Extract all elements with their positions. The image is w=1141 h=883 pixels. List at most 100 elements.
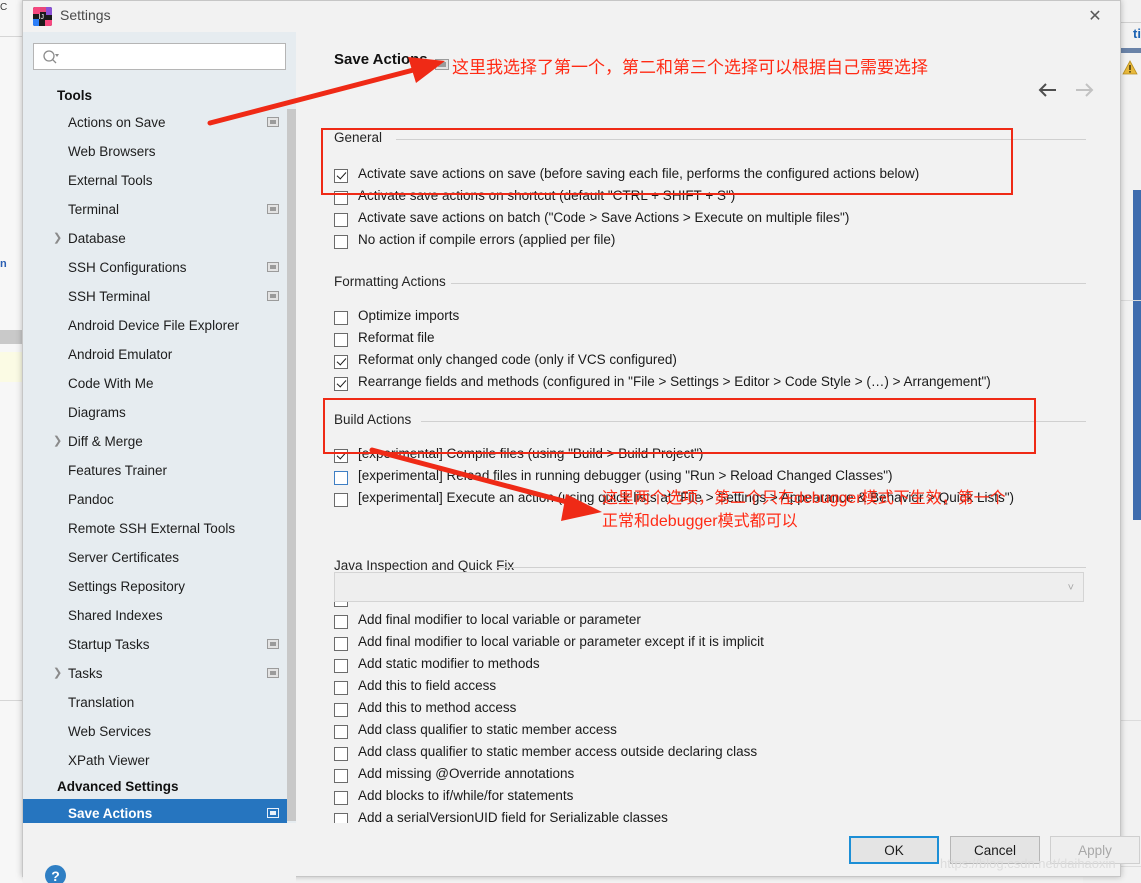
close-button[interactable]: ✕: [1074, 1, 1116, 31]
search-input[interactable]: [33, 43, 286, 70]
checkbox-unchecked-icon[interactable]: [334, 791, 348, 805]
sidebar-item-diagrams[interactable]: Diagrams: [23, 398, 296, 427]
sidebar-item-ssh-terminal[interactable]: SSH Terminal: [23, 282, 296, 311]
checkbox-label: Reformat only changed code (only if VCS …: [358, 352, 677, 367]
sidebar-item-save-actions[interactable]: Save Actions: [23, 799, 296, 823]
sidebar-item-settings-repository[interactable]: Settings Repository: [23, 572, 296, 601]
sidebar-item-terminal[interactable]: Terminal: [23, 195, 296, 224]
dialog-titlebar: IJ Settings ✕: [23, 1, 1120, 33]
module-badge-icon: [267, 639, 279, 649]
sidebar-item-pandoc[interactable]: Pandoc: [23, 485, 296, 514]
sidebar-item-label: Settings Repository: [68, 579, 186, 594]
sidebar-item-code-with-me[interactable]: Code With Me: [23, 369, 296, 398]
sidebar-item-label: Pandoc: [68, 492, 114, 507]
checkbox-unchecked-icon[interactable]: [334, 493, 348, 507]
checkbox-label: [experimental] Reload files in running d…: [358, 468, 893, 483]
content-scrollbar[interactable]: [1110, 100, 1120, 823]
sidebar-item-shared-indexes[interactable]: Shared Indexes: [23, 601, 296, 630]
sidebar-item-remote-ssh-external-tools[interactable]: Remote SSH External Tools: [23, 514, 296, 543]
checkbox-checked-icon[interactable]: [334, 355, 348, 369]
sidebar-footer: ?: [23, 854, 296, 883]
page-title-badge-icon: [435, 59, 449, 70]
sidebar-item-actions-on-save[interactable]: Actions on Save: [23, 108, 296, 137]
sidebar-item-label: Database: [68, 231, 126, 246]
section-header-java-inspection: Java Inspection and Quick Fix: [334, 558, 522, 573]
checkbox-unchecked-icon[interactable]: [334, 813, 348, 823]
sidebar-item-android-device-file-explorer[interactable]: Android Device File Explorer: [23, 311, 296, 340]
sidebar-item-label: Diff & Merge: [68, 434, 143, 449]
sidebar-item-startup-tasks[interactable]: Startup Tasks: [23, 630, 296, 659]
sidebar-item-xpath-viewer[interactable]: XPath Viewer: [23, 746, 296, 775]
checkbox-label: Optimize imports: [358, 308, 460, 323]
checkbox-unchecked-icon[interactable]: [334, 213, 348, 227]
settings-options-area: General Activate save actions on save (be…: [296, 100, 1120, 823]
annotation-note-build-line1: 这里两个选项，第二个只在debugger模式下生效，第一个: [602, 490, 1006, 507]
checkbox-unchecked-icon[interactable]: [334, 703, 348, 717]
background-tab-label: ti: [1133, 26, 1141, 41]
sidebar-item-server-certificates[interactable]: Server Certificates: [23, 543, 296, 572]
checkbox-label: Activate save actions on batch ("Code > …: [358, 210, 850, 225]
chevron-right-icon[interactable]: ❯: [53, 427, 62, 456]
checkbox-label: Add final modifier to local variable or …: [358, 634, 764, 649]
checkbox-unchecked-icon[interactable]: [334, 333, 348, 347]
ok-button[interactable]: OK: [849, 836, 939, 864]
warning-icon: [1122, 60, 1138, 75]
checkbox-unchecked-icon[interactable]: [334, 311, 348, 325]
checkbox-label: Add missing @Override annotations: [358, 766, 575, 781]
checkbox-unchecked-icon[interactable]: [334, 471, 348, 485]
checkbox-unchecked-icon[interactable]: [334, 235, 348, 249]
checkbox-label: Add this to field access: [358, 678, 497, 693]
checkbox-label: Add blocks to if/while/for statements: [358, 788, 574, 803]
sidebar-item-database[interactable]: ❯ Database: [23, 224, 296, 253]
sidebar-item-translation[interactable]: Translation: [23, 688, 296, 717]
help-button[interactable]: ?: [45, 865, 66, 883]
sidebar-item-web-browsers[interactable]: Web Browsers: [23, 137, 296, 166]
watermark: https://blog.csdn.net/daihaoxin: [940, 856, 1116, 871]
checkbox-unchecked-icon[interactable]: [334, 659, 348, 673]
background-divider: [0, 36, 22, 37]
checkbox-unchecked-icon[interactable]: [334, 725, 348, 739]
checkbox-unchecked-icon[interactable]: [334, 615, 348, 629]
module-badge-icon: [267, 291, 279, 301]
sidebar-item-diff-merge[interactable]: ❯ Diff & Merge: [23, 427, 296, 456]
chevron-right-icon[interactable]: ❯: [53, 659, 62, 688]
annotation-box-general: [321, 128, 1013, 195]
background-blue-accent: [1133, 190, 1141, 520]
checkbox-unchecked-icon[interactable]: [334, 637, 348, 651]
sidebar-item-label: Startup Tasks: [68, 637, 150, 652]
sidebar-scrollbar-thumb[interactable]: [287, 109, 296, 821]
sidebar-item-label: Web Services: [68, 724, 152, 739]
section-header-formatting: Formatting Actions: [334, 274, 453, 289]
search-container: [33, 43, 286, 70]
sidebar-item-label: Android Device File Explorer: [68, 318, 240, 333]
sidebar-item-label: Diagrams: [68, 405, 126, 420]
sidebar-item-label: SSH Configurations: [68, 260, 187, 275]
module-badge-icon: [267, 808, 279, 818]
checkbox-checked-icon[interactable]: [334, 377, 348, 391]
quick-list-combo[interactable]: ˅: [334, 572, 1084, 602]
tree-group-advanced-settings[interactable]: Advanced Settings: [23, 775, 296, 799]
sidebar-item-label: Remote SSH External Tools: [68, 521, 236, 536]
checkbox-unchecked-icon[interactable]: [334, 747, 348, 761]
sidebar-item-label: Save Actions: [68, 806, 153, 821]
module-badge-icon: [267, 204, 279, 214]
sidebar-item-external-tools[interactable]: External Tools: [23, 166, 296, 195]
chevron-right-icon[interactable]: ❯: [53, 224, 62, 253]
sidebar-item-label: Tasks: [68, 666, 103, 681]
checkbox-label: Add class qualifier to static member acc…: [358, 744, 758, 759]
sidebar-item-tasks[interactable]: ❯ Tasks: [23, 659, 296, 688]
page-title: Save Actions: [334, 51, 428, 68]
sidebar-item-ssh-configurations[interactable]: SSH Configurations: [23, 253, 296, 282]
checkbox-label: Add static modifier to methods: [358, 656, 540, 671]
sidebar-item-features-trainer[interactable]: Features Trainer: [23, 456, 296, 485]
annotation-note-build-line2: 正常和debugger模式都可以: [602, 513, 798, 530]
sidebar-scrollbar[interactable]: [287, 84, 296, 823]
sidebar-item-label: XPath Viewer: [68, 753, 150, 768]
settings-tree[interactable]: Tools Actions on Save Web Browsers Externa…: [23, 84, 296, 823]
sidebar-item-android-emulator[interactable]: Android Emulator: [23, 340, 296, 369]
sidebar-item-label: SSH Terminal: [68, 289, 151, 304]
checkbox-unchecked-icon[interactable]: [334, 769, 348, 783]
sidebar-item-web-services[interactable]: Web Services: [23, 717, 296, 746]
checkbox-unchecked-icon[interactable]: [334, 681, 348, 695]
background-left-yellow-block: [0, 352, 22, 382]
